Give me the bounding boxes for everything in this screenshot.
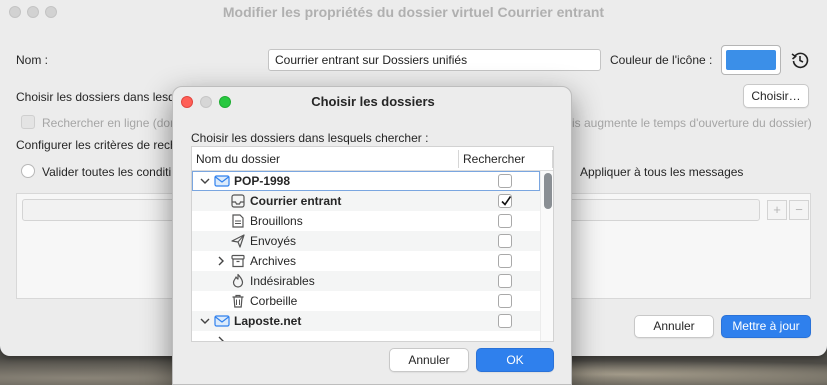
table-scrollbar[interactable] [540,171,553,341]
column-header-name[interactable]: Nom du dossier [196,152,280,166]
folder-row[interactable]: Laposte.net [192,311,540,331]
search-online-label: Rechercher en ligne (don [42,116,177,130]
folder-table: Nom du dossier Rechercher POP-1998 Courr… [191,146,554,342]
search-checkbox[interactable] [498,174,512,188]
dialog-ok-button[interactable]: OK [476,348,554,372]
chevron-down-icon[interactable] [200,174,210,188]
icon-color-label: Couleur de l'icône : [610,53,713,67]
dialog-cancel-button[interactable]: Annuler [389,348,469,372]
match-all-label: Valider toutes les conditi [42,165,172,179]
column-separator [458,150,459,168]
choose-folders-dialog: Choisir les dossiers Choisir les dossier… [172,86,572,385]
choose-button[interactable]: Choisir… [743,84,809,108]
icon-color-well[interactable] [721,45,781,75]
match-all-radio[interactable] [21,164,35,178]
folder-name: Indésirables [250,274,315,288]
inbox-icon [231,194,245,208]
column-header-search[interactable]: Rechercher [463,152,525,166]
folder-name: POP-1998 [234,174,291,188]
chevron-right-icon[interactable] [216,334,226,342]
dialog-instruction: Choisir les dossiers dans lesquels cherc… [191,131,429,145]
folder-row[interactable]: Courrier entrant [192,191,540,211]
folder-row[interactable]: Brouillons [192,211,540,231]
chevron-right-icon[interactable] [216,254,226,268]
folder-name: Courrier entrant [250,194,342,208]
window-title: Modifier les propriétés du dossier virtu… [222,4,605,20]
folder-name: Archives [250,254,297,268]
search-checkbox[interactable] [498,274,512,288]
name-label: Nom : [16,53,49,67]
table-header: Nom du dossier Rechercher [192,147,553,171]
search-checkbox[interactable] [498,214,512,228]
reset-color-icon[interactable] [790,50,810,70]
folder-row[interactable]: Envoyés [192,231,540,251]
checkmark-icon [501,196,512,206]
folder-name: Laposte.net [234,314,302,328]
folder-row-partial[interactable] [192,331,540,342]
name-input[interactable]: Courrier entrant sur Dossiers unifiés [268,49,601,71]
chevron-down-icon[interactable] [200,314,210,328]
drafts-icon [232,214,244,228]
search-checkbox[interactable] [498,254,512,268]
update-button[interactable]: Mettre à jour [721,315,811,338]
archives-icon [231,254,245,268]
search-checkbox[interactable] [498,194,512,208]
junk-icon [232,273,244,288]
remove-criterion-button[interactable]: − [789,200,809,220]
apply-all-label: Appliquer à tous les messages [580,165,744,179]
scrollbar-thumb[interactable] [544,173,552,209]
choose-folders-label: Choisir les dossiers dans lesq [16,90,175,104]
folder-name: Corbeille [250,294,298,308]
add-criterion-button[interactable]: + [767,200,787,220]
trash-icon [232,294,244,308]
search-checkbox[interactable] [498,294,512,308]
search-checkbox[interactable] [498,314,512,328]
search-online-note: is augmente le temps d'ouverture du doss… [572,116,812,130]
folder-row[interactable]: POP-1998 [192,171,540,191]
folder-row[interactable]: Corbeille [192,291,540,311]
column-separator [552,150,553,168]
search-checkbox[interactable] [498,234,512,248]
color-swatch [726,50,776,70]
sent-icon [231,234,245,248]
dialog-title: Choisir les dossiers [311,94,435,109]
account-icon [214,175,230,187]
cancel-button[interactable]: Annuler [634,315,714,338]
configure-criteria-label: Configurer les critères de rech [16,138,177,152]
folder-row[interactable]: Archives [192,251,540,271]
account-icon [214,315,230,327]
folder-name: Brouillons [250,214,303,228]
search-online-checkbox[interactable] [21,115,35,129]
folder-row[interactable]: Indésirables [192,271,540,291]
folder-name: Envoyés [250,234,297,248]
